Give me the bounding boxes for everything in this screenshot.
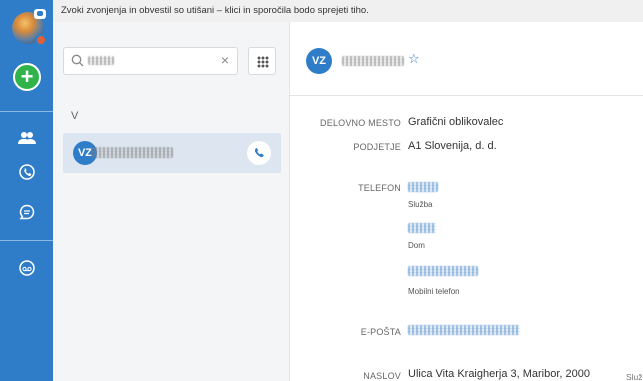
phone-icon bbox=[254, 147, 264, 158]
search-input[interactable]: × bbox=[63, 47, 238, 75]
presence-busy-icon bbox=[35, 34, 47, 46]
user-avatar[interactable] bbox=[12, 9, 47, 46]
clear-search-icon[interactable]: × bbox=[221, 52, 229, 68]
company-label: PODJETJE bbox=[353, 142, 401, 152]
phone-type-home: Dom bbox=[408, 241, 425, 250]
phone-type-mobile: Mobilni telefon bbox=[408, 287, 460, 296]
search-query-redacted bbox=[88, 56, 114, 65]
voicemail-icon[interactable] bbox=[16, 257, 38, 279]
dialpad-button[interactable] bbox=[248, 47, 276, 75]
home-phone-redacted[interactable] bbox=[408, 223, 436, 233]
silent-mode-notice: Zvoki zvonjenja in obvestil so utišani –… bbox=[53, 0, 643, 22]
section-letter: V bbox=[71, 110, 79, 122]
contact-list-item[interactable]: VZ bbox=[63, 133, 281, 173]
contact-header: VZ ☆ bbox=[290, 22, 643, 96]
address-label: NASLOV bbox=[363, 371, 401, 381]
dialpad-icon bbox=[257, 56, 269, 68]
company-value: A1 Slovenija, d. d. bbox=[408, 140, 497, 152]
rail-divider bbox=[0, 111, 53, 112]
favorite-star-icon[interactable]: ☆ bbox=[408, 51, 420, 67]
contact-name-redacted bbox=[342, 56, 404, 66]
contact-detail-panel: VZ ☆ DELOVNO MESTO Grafični oblikovalec … bbox=[289, 22, 643, 381]
contact-list-panel: × V VZ bbox=[53, 22, 289, 381]
call-contact-button[interactable] bbox=[247, 141, 271, 165]
address-value: Ulica Vita Kraigherja 3, Maribor, 2000 bbox=[408, 368, 591, 380]
job-title-value: Grafični oblikovalec bbox=[408, 116, 504, 128]
add-button[interactable]: + bbox=[13, 63, 41, 91]
contact-avatar: VZ bbox=[306, 48, 332, 74]
work-phone-redacted[interactable] bbox=[408, 182, 438, 192]
search-icon bbox=[71, 54, 84, 72]
mobile-phone-redacted[interactable] bbox=[408, 266, 478, 276]
chat-icon[interactable] bbox=[16, 201, 38, 223]
email-redacted[interactable] bbox=[408, 325, 520, 335]
address-type: Služ bbox=[626, 372, 643, 381]
phone-type-work: Služba bbox=[408, 200, 433, 209]
job-title-label: DELOVNO MESTO bbox=[320, 118, 401, 128]
left-rail: + bbox=[0, 0, 53, 381]
contact-name-redacted bbox=[91, 147, 173, 158]
phone-label: TELEFON bbox=[358, 183, 401, 193]
email-label: E-POŠTA bbox=[360, 327, 401, 337]
contacts-icon[interactable] bbox=[16, 127, 38, 149]
chat-status-icon bbox=[34, 9, 46, 19]
rail-divider bbox=[0, 240, 53, 241]
phone-icon[interactable] bbox=[16, 161, 38, 183]
